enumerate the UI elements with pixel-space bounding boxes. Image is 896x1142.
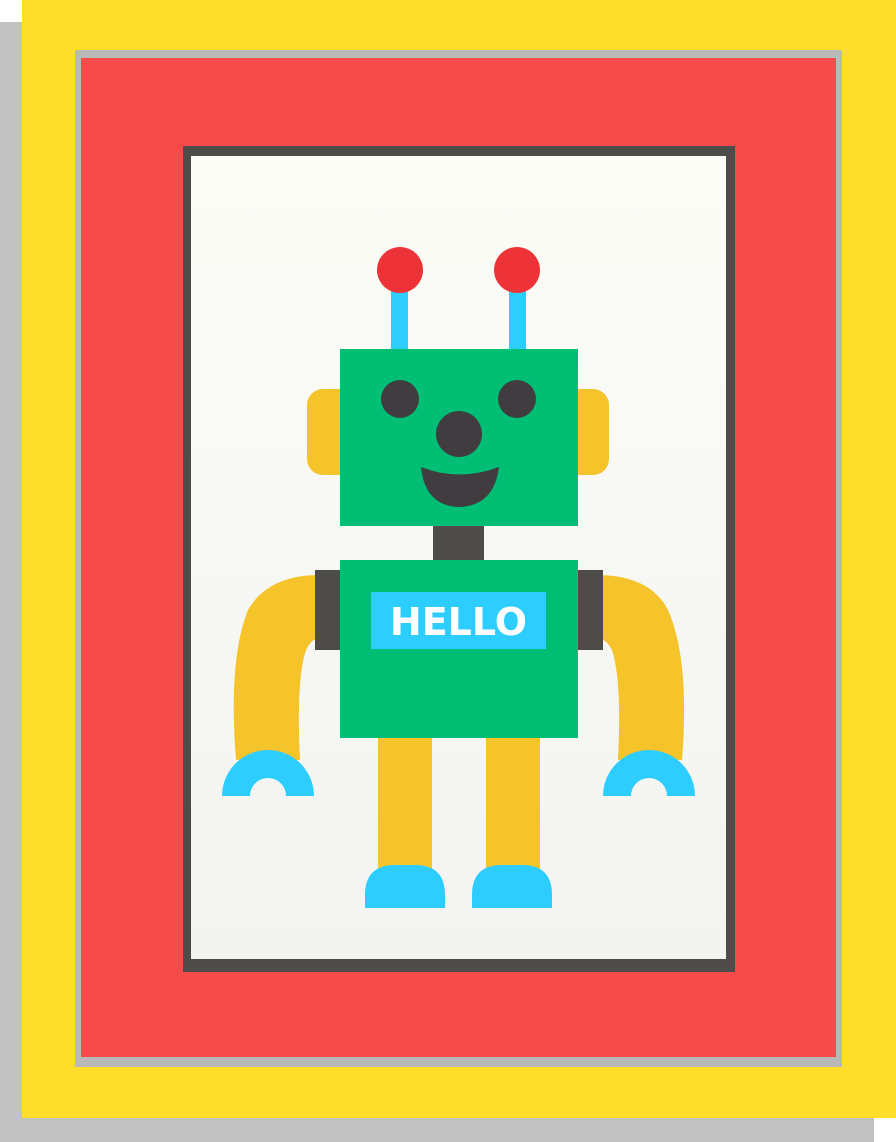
nose	[436, 411, 482, 457]
leg-right	[486, 735, 540, 870]
eye-left	[381, 380, 419, 418]
poster-art: HELLO	[0, 0, 896, 1142]
poster-stage: HELLO	[0, 0, 896, 1142]
antenna-right-ball	[494, 247, 540, 293]
antenna-left-ball	[377, 247, 423, 293]
foot-left	[365, 865, 445, 908]
eye-right	[498, 380, 536, 418]
leg-left	[378, 735, 432, 870]
shoulder-left	[315, 570, 344, 650]
robot-neck	[433, 526, 484, 562]
foot-right	[472, 865, 552, 908]
badge-text: HELLO	[390, 600, 527, 644]
shoulder-right	[574, 570, 603, 650]
